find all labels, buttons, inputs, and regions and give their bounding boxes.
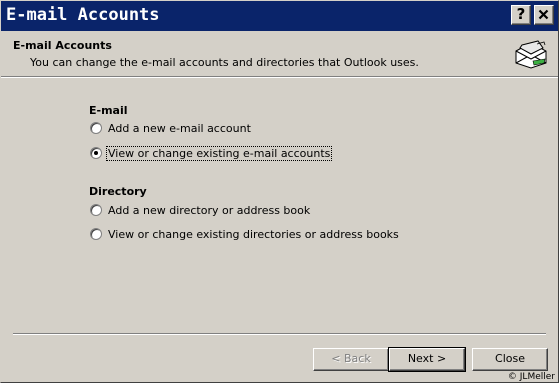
close-button[interactable]: Close [472,348,548,371]
radio-label: View or change existing e-mail accounts [105,145,333,161]
radio-button-selected[interactable] [90,147,102,159]
help-button[interactable]: ? [511,5,531,25]
radio-view-change-directories[interactable]: View or change existing directories or a… [90,226,400,242]
window-title: E-mail Accounts [6,5,160,25]
header-divider [1,76,558,78]
next-button[interactable]: Next > [388,347,466,372]
header-title: E-mail Accounts [13,39,112,52]
radio-label: Add a new directory or address book [108,203,311,217]
radio-add-directory[interactable]: Add a new directory or address book [90,202,311,218]
radio-label: View or change existing directories or a… [108,227,399,241]
email-group-title: E-mail [89,104,128,117]
radio-view-change-email-accounts[interactable]: View or change existing e-mail accounts [90,145,333,161]
radio-add-email-account[interactable]: Add a new e-mail account [90,120,252,136]
close-window-button[interactable] [534,5,554,25]
back-button[interactable]: < Back [313,348,389,371]
close-icon [538,9,549,20]
radio-label: Add a new e-mail account [108,121,251,135]
wizard-header: E-mail Accounts You can change the e-mai… [1,31,558,76]
title-bar[interactable]: E-mail Accounts ? [1,1,558,31]
radio-button[interactable] [90,122,102,134]
radio-button[interactable] [90,228,102,240]
credit-text: © JLMeller [507,372,555,382]
email-accounts-dialog: E-mail Accounts ? E-mail Accounts You ca… [0,0,559,383]
footer-divider [13,333,546,335]
directory-group-title: Directory [89,185,147,198]
header-subtitle: You can change the e-mail accounts and d… [30,56,419,69]
radio-button[interactable] [90,204,102,216]
mail-envelope-icon [515,40,547,69]
